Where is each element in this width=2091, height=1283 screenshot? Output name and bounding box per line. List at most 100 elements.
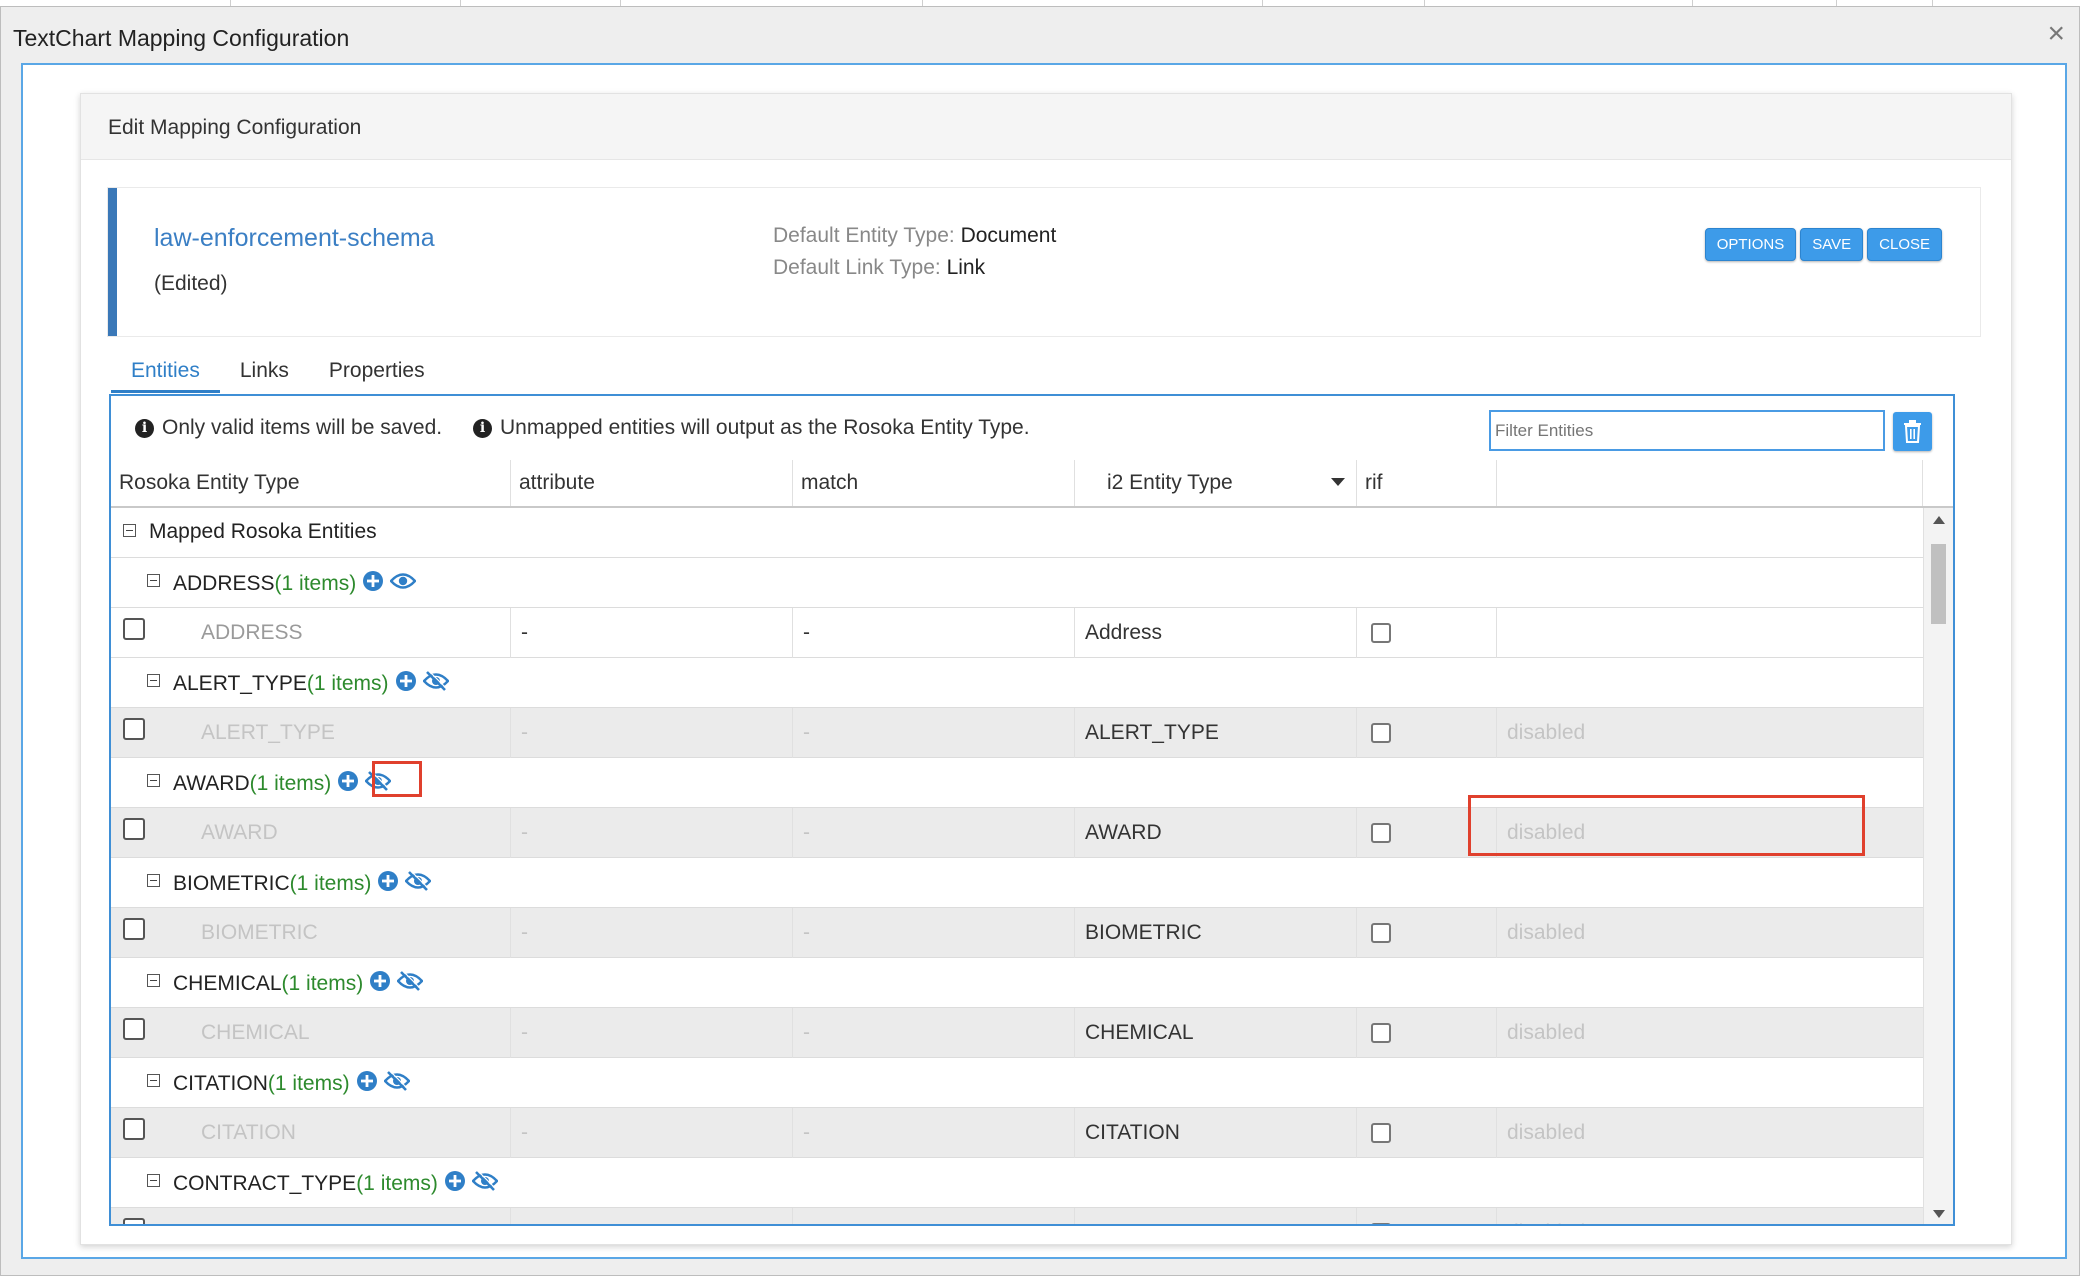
attribute-cell[interactable]: - bbox=[511, 908, 793, 958]
collapse-icon[interactable] bbox=[147, 1174, 160, 1187]
match-cell[interactable]: - bbox=[793, 808, 1075, 858]
rif-checkbox[interactable] bbox=[1371, 823, 1391, 843]
col-match[interactable]: match bbox=[793, 460, 1075, 506]
group-row[interactable]: BIOMETRIC (1 items) bbox=[111, 858, 1923, 908]
i2-entity-type-cell[interactable]: BIOMETRIC bbox=[1075, 908, 1357, 958]
collapse-icon[interactable] bbox=[147, 674, 160, 687]
group-name: AWARD bbox=[173, 772, 250, 795]
row-select-checkbox[interactable] bbox=[123, 1118, 145, 1140]
row-select-checkbox[interactable] bbox=[123, 618, 145, 640]
entity-row[interactable]: BIOMETRIC - - BIOMETRIC disabled bbox=[111, 908, 1923, 958]
eye-slash-icon[interactable] bbox=[471, 1170, 499, 1198]
filter-entities-input[interactable] bbox=[1489, 410, 1885, 451]
tab-properties[interactable]: Properties bbox=[309, 352, 445, 390]
entity-row[interactable]: ALERT_TYPE - - ALERT_TYPE disabled bbox=[111, 708, 1923, 758]
match-cell[interactable]: - bbox=[793, 908, 1075, 958]
add-icon[interactable] bbox=[377, 870, 399, 898]
entity-row[interactable]: CHEMICAL - - CHEMICAL disabled bbox=[111, 1008, 1923, 1058]
entity-row[interactable]: CITATION - - CITATION disabled bbox=[111, 1108, 1923, 1158]
schema-accent-bar bbox=[108, 188, 117, 336]
col-attribute[interactable]: attribute bbox=[511, 460, 793, 506]
close-button[interactable]: CLOSE bbox=[1867, 228, 1942, 261]
row-select-checkbox[interactable] bbox=[123, 1018, 145, 1040]
collapse-icon[interactable] bbox=[147, 874, 160, 887]
tab-links[interactable]: Links bbox=[220, 352, 309, 390]
entity-row[interactable]: ADDRESS - - Address bbox=[111, 608, 1923, 658]
save-button[interactable]: SAVE bbox=[1800, 228, 1864, 261]
eye-slash-icon[interactable] bbox=[396, 970, 424, 998]
collapse-icon[interactable] bbox=[147, 774, 160, 787]
group-row[interactable]: CITATION (1 items) bbox=[111, 1058, 1923, 1108]
eye-slash-icon[interactable] bbox=[404, 870, 432, 898]
group-row[interactable]: ALERT_TYPE (1 items) bbox=[111, 658, 1923, 708]
rosoka-type-cell: CHEMICAL bbox=[191, 1008, 511, 1058]
rif-checkbox[interactable] bbox=[1371, 1223, 1391, 1224]
i2-entity-type-cell[interactable]: CITATION bbox=[1075, 1108, 1357, 1158]
rif-checkbox[interactable] bbox=[1371, 1123, 1391, 1143]
scroll-up-icon[interactable] bbox=[1933, 516, 1945, 524]
collapse-icon[interactable] bbox=[147, 974, 160, 987]
group-row[interactable]: ADDRESS (1 items) bbox=[111, 558, 1923, 608]
scroll-down-icon[interactable] bbox=[1933, 1210, 1945, 1218]
col-rif[interactable]: rif bbox=[1357, 460, 1497, 506]
sort-caret-icon[interactable] bbox=[1331, 478, 1345, 486]
match-cell[interactable]: - bbox=[793, 1008, 1075, 1058]
row-select-checkbox[interactable] bbox=[123, 818, 145, 840]
rif-checkbox[interactable] bbox=[1371, 923, 1391, 943]
highlight-visibility-toggle bbox=[372, 761, 422, 797]
match-cell[interactable]: - bbox=[793, 1108, 1075, 1158]
i2-entity-type-cell[interactable]: CHEMICAL bbox=[1075, 1008, 1357, 1058]
status-cell: disabled bbox=[1507, 1121, 1586, 1144]
i2-entity-type-cell[interactable]: CONTRACT_TYPE bbox=[1075, 1208, 1357, 1224]
options-button[interactable]: OPTIONS bbox=[1704, 228, 1797, 261]
attribute-cell[interactable]: - bbox=[511, 1208, 793, 1224]
match-cell[interactable]: - bbox=[793, 608, 1075, 658]
collapse-icon[interactable] bbox=[123, 524, 136, 537]
col-i2-entity-type[interactable]: i2 Entity Type bbox=[1075, 460, 1357, 506]
tab-entities[interactable]: Entities bbox=[111, 352, 220, 393]
attribute-cell[interactable]: - bbox=[511, 1008, 793, 1058]
match-cell[interactable]: - bbox=[793, 1208, 1075, 1224]
add-icon[interactable] bbox=[444, 1170, 466, 1198]
add-icon[interactable] bbox=[337, 770, 359, 798]
row-select-checkbox[interactable] bbox=[123, 718, 145, 740]
col-rosoka-entity-type[interactable]: Rosoka Entity Type bbox=[111, 460, 511, 506]
add-icon[interactable] bbox=[356, 1070, 378, 1098]
default-link-value: Link bbox=[946, 256, 986, 279]
row-select-checkbox[interactable] bbox=[123, 1218, 145, 1224]
rif-checkbox[interactable] bbox=[1371, 723, 1391, 743]
group-count: (1 items) bbox=[306, 672, 389, 695]
scroll-thumb[interactable] bbox=[1931, 544, 1946, 624]
trash-icon[interactable] bbox=[1893, 412, 1932, 451]
attribute-cell[interactable]: - bbox=[511, 708, 793, 758]
eye-slash-icon[interactable] bbox=[382, 1070, 411, 1098]
attribute-cell[interactable]: - bbox=[511, 608, 793, 658]
match-cell[interactable]: - bbox=[793, 708, 1075, 758]
attribute-cell[interactable]: - bbox=[511, 1108, 793, 1158]
group-row[interactable]: CONTRACT_TYPE (1 items) bbox=[111, 1158, 1923, 1208]
close-icon[interactable]: × bbox=[2047, 19, 2065, 49]
add-icon[interactable] bbox=[369, 970, 391, 998]
eye-slash-icon[interactable] bbox=[421, 670, 450, 698]
eye-icon[interactable] bbox=[389, 572, 417, 596]
root-group-row[interactable]: Mapped Rosoka Entities bbox=[111, 508, 1923, 558]
collapse-icon[interactable] bbox=[147, 574, 160, 587]
add-icon[interactable] bbox=[395, 670, 417, 698]
i2-entity-type-cell[interactable]: AWARD bbox=[1075, 808, 1357, 858]
info-icon: i bbox=[473, 418, 492, 438]
schema-name-link[interactable]: law-enforcement-schema bbox=[154, 224, 435, 253]
collapse-icon[interactable] bbox=[147, 1074, 160, 1087]
add-icon[interactable] bbox=[362, 570, 384, 598]
i2-entity-type-cell[interactable]: Address bbox=[1075, 608, 1357, 658]
group-row[interactable]: CHEMICAL (1 items) bbox=[111, 958, 1923, 1008]
mapping-config-dialog: TextChart Mapping Configuration × Edit M… bbox=[0, 6, 2080, 1276]
rif-cell bbox=[1357, 708, 1497, 758]
rif-checkbox[interactable] bbox=[1371, 623, 1391, 643]
group-count: (1 items) bbox=[249, 772, 332, 795]
entity-row[interactable]: CONTRACT_TYPE--CONTRACT_TYPEdisabled bbox=[111, 1208, 1923, 1224]
vertical-scrollbar[interactable] bbox=[1923, 508, 1953, 1224]
rif-checkbox[interactable] bbox=[1371, 1023, 1391, 1043]
i2-entity-type-cell[interactable]: ALERT_TYPE bbox=[1075, 708, 1357, 758]
attribute-cell[interactable]: - bbox=[511, 808, 793, 858]
row-select-checkbox[interactable] bbox=[123, 918, 145, 940]
